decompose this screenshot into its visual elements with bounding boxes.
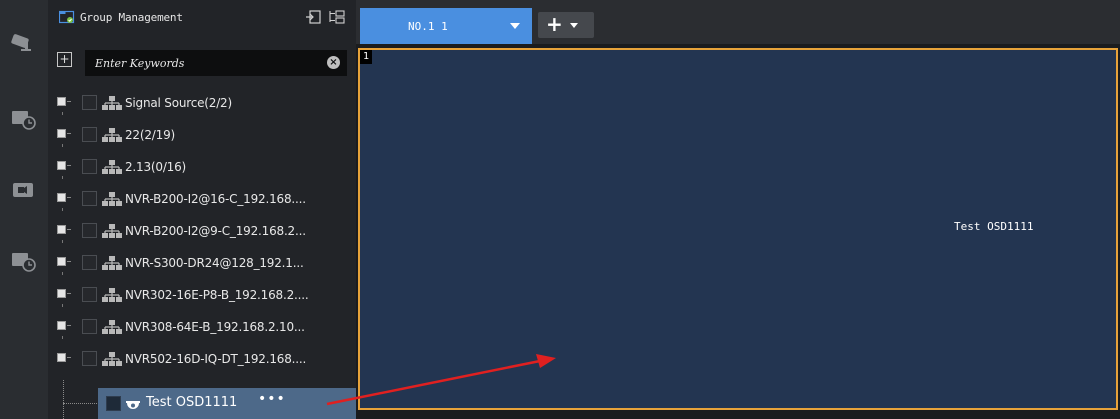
row-checkbox[interactable] bbox=[82, 191, 97, 206]
row-checkbox[interactable] bbox=[106, 396, 121, 411]
tree-row[interactable]: NVR308-64E-B_192.168.2.10... bbox=[48, 312, 356, 344]
panel-header: Group Management bbox=[48, 0, 356, 40]
tree-row[interactable]: NVR-S300-DR24@128_192.1... bbox=[48, 248, 356, 280]
camera-icon[interactable] bbox=[6, 28, 40, 56]
collapse-toggle-icon[interactable] bbox=[57, 161, 71, 179]
tree-row-label: 22(2/19) bbox=[125, 128, 175, 142]
tree-row[interactable]: Signal Source(2/2) bbox=[48, 88, 356, 120]
collapse-icon[interactable] bbox=[304, 9, 322, 25]
tree-row-label: NVR302-16E-P8-B_192.168.2.... bbox=[125, 288, 309, 302]
row-checkbox[interactable] bbox=[82, 95, 97, 110]
tree-row[interactable]: NVR502-16D-IQ-DT_192.168.... bbox=[48, 344, 356, 376]
row-checkbox[interactable] bbox=[82, 351, 97, 366]
tree-row-label: NVR-B200-I2@9-C_192.168.2... bbox=[125, 224, 306, 238]
tree-row-label: NVR-B200-I2@16-C_192.168.... bbox=[125, 192, 306, 206]
add-view-button[interactable]: + bbox=[538, 12, 594, 38]
collapse-toggle-icon[interactable] bbox=[57, 289, 71, 307]
device-group-icon bbox=[102, 96, 122, 110]
window-index: 1 bbox=[360, 50, 372, 64]
collapse-toggle-icon[interactable] bbox=[57, 129, 71, 147]
collapse-toggle-icon[interactable] bbox=[57, 321, 71, 339]
chevron-down-icon[interactable] bbox=[510, 23, 520, 29]
main-view-area: NO.1 1 + 1 Test OSD1111 bbox=[356, 0, 1120, 419]
group-management-panel: Group Management + × bbox=[48, 0, 357, 419]
tree-row[interactable]: 2.13(0/16) bbox=[48, 152, 356, 184]
row-checkbox[interactable] bbox=[82, 127, 97, 142]
tree-row[interactable]: 22(2/19) bbox=[48, 120, 356, 152]
dome-camera-icon bbox=[126, 401, 140, 409]
tree-row-label: Signal Source(2/2) bbox=[125, 96, 232, 110]
device-group-icon bbox=[102, 352, 122, 366]
device-group-icon bbox=[102, 288, 122, 302]
row-checkbox[interactable] bbox=[82, 287, 97, 302]
collapse-toggle-icon[interactable] bbox=[57, 257, 71, 275]
tree-row-label: NVR-S300-DR24@128_192.1... bbox=[125, 256, 304, 270]
device-group-icon bbox=[102, 224, 122, 238]
row-checkbox[interactable] bbox=[82, 319, 97, 334]
chevron-down-icon[interactable] bbox=[570, 23, 578, 28]
plus-icon: + bbox=[546, 12, 563, 36]
collapse-toggle-icon[interactable] bbox=[57, 353, 71, 364]
video-window[interactable]: 1 Test OSD1111 bbox=[358, 48, 1118, 410]
group-folder-icon bbox=[59, 10, 75, 24]
panel-title: Group Management bbox=[80, 11, 183, 24]
clear-search-icon[interactable]: × bbox=[327, 56, 340, 69]
add-group-button[interactable]: + bbox=[57, 52, 72, 67]
device-group-icon bbox=[102, 320, 122, 334]
device-group-icon bbox=[102, 256, 122, 270]
search-input[interactable] bbox=[95, 54, 315, 72]
camera-label: Test OSD1111 bbox=[146, 395, 238, 410]
search-box: × bbox=[85, 50, 347, 76]
collapse-toggle-icon[interactable] bbox=[57, 225, 71, 243]
row-checkbox[interactable] bbox=[82, 223, 97, 238]
tree-row-label: NVR308-64E-B_192.168.2.10... bbox=[125, 320, 305, 334]
collapse-toggle-icon[interactable] bbox=[57, 97, 71, 115]
tree-row[interactable]: NVR-B200-I2@9-C_192.168.2... bbox=[48, 216, 356, 248]
search-row: + × bbox=[48, 50, 356, 76]
playback-icon[interactable] bbox=[6, 246, 40, 274]
device-tree: Signal Source(2/2) 22(2/19) 2.13(0/16) N… bbox=[48, 88, 356, 419]
device-group-icon bbox=[102, 192, 122, 206]
view-tab-bar: NO.1 1 + bbox=[356, 0, 1120, 44]
tree-row-label: NVR502-16D-IQ-DT_192.168.... bbox=[125, 352, 307, 366]
tree-connector bbox=[63, 403, 101, 405]
tab-view-1[interactable]: NO.1 1 bbox=[360, 8, 532, 44]
tree-row[interactable]: NVR-B200-I2@16-C_192.168.... bbox=[48, 184, 356, 216]
playback-icon[interactable] bbox=[6, 104, 40, 132]
row-checkbox[interactable] bbox=[82, 159, 97, 174]
bottom-strip bbox=[356, 410, 1120, 419]
tree-connector bbox=[63, 380, 65, 419]
collapse-toggle-icon[interactable] bbox=[57, 193, 71, 211]
video-wall-icon[interactable] bbox=[6, 176, 40, 204]
left-rail bbox=[0, 0, 49, 419]
device-group-icon bbox=[102, 128, 122, 142]
osd-text: Test OSD1111 bbox=[954, 220, 1034, 233]
expand-icon[interactable] bbox=[328, 9, 346, 25]
row-checkbox[interactable] bbox=[82, 255, 97, 270]
device-group-icon bbox=[102, 160, 122, 174]
tab-label: NO.1 1 bbox=[408, 20, 448, 33]
tree-row[interactable]: NVR302-16E-P8-B_192.168.2.... bbox=[48, 280, 356, 312]
selected-camera-row[interactable]: Test OSD1111 ••• bbox=[98, 388, 356, 419]
tree-row-label: 2.13(0/16) bbox=[125, 160, 187, 174]
more-options-icon[interactable]: ••• bbox=[258, 391, 286, 407]
app-root: Group Management + × bbox=[0, 0, 1120, 419]
